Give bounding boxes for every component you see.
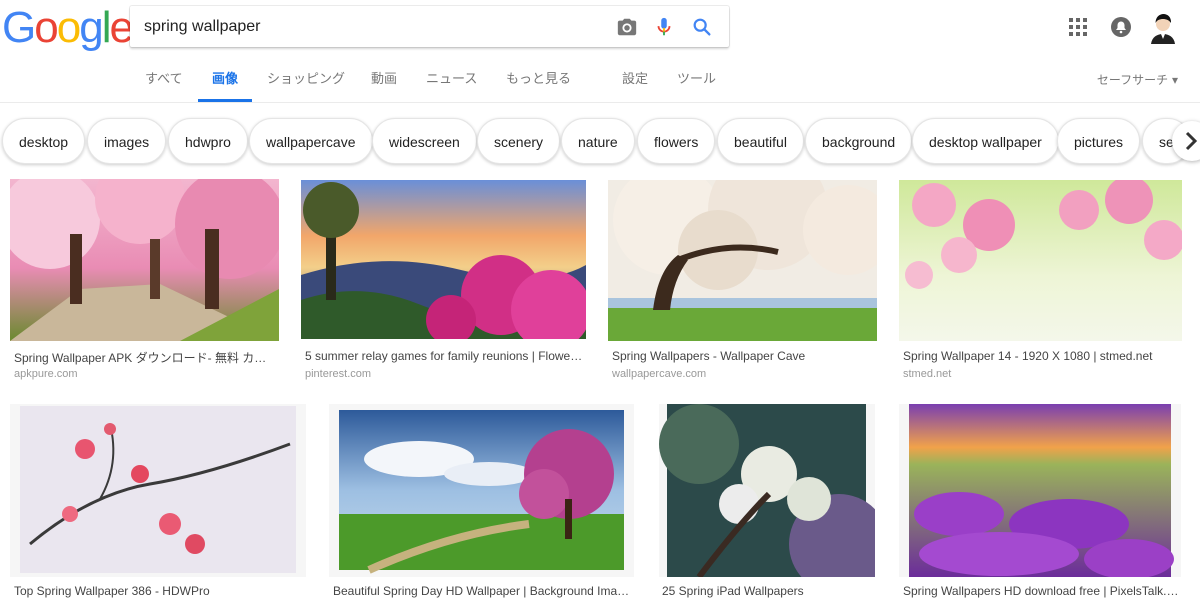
result-title[interactable]: Spring Wallpapers - Wallpaper Cave [612, 349, 874, 363]
tab-news[interactable]: ニュース [426, 56, 477, 103]
blossom-branch-image [20, 406, 296, 573]
notifications-icon[interactable] [1111, 17, 1131, 42]
result-title[interactable]: 25 Spring iPad Wallpapers [662, 584, 872, 598]
logo-letter: g [79, 3, 104, 52]
chip[interactable]: hdwpro [168, 118, 248, 164]
result-thumbnail[interactable] [10, 179, 279, 341]
chip[interactable]: beautiful [717, 118, 804, 164]
search-input[interactable] [144, 6, 604, 47]
tab-all[interactable]: すべて [145, 56, 183, 103]
microphone-icon[interactable] [653, 16, 675, 38]
tab-videos[interactable]: 動画 [371, 56, 397, 103]
result-thumbnail[interactable] [659, 404, 875, 577]
chip[interactable]: background [805, 118, 913, 164]
camera-icon[interactable] [616, 16, 638, 38]
google-logo[interactable]: Google [2, 3, 134, 52]
result-title[interactable]: 5 summer relay games for family reunions… [305, 349, 583, 363]
chip[interactable]: wallpapercave [249, 118, 373, 164]
active-tab-indicator [198, 99, 252, 102]
tab-tools[interactable]: ツール [677, 56, 716, 103]
logo-letter: l [101, 3, 112, 52]
chip[interactable]: images [87, 118, 167, 164]
result-site[interactable]: pinterest.com [305, 368, 371, 380]
result-site[interactable]: apkpure.com [14, 368, 78, 380]
result-thumbnail[interactable] [899, 404, 1181, 577]
result-thumbnail[interactable] [899, 180, 1182, 341]
related-chips: desktop images hdwpro wallpapercave wide… [0, 118, 1200, 166]
chip[interactable]: widescreen [372, 118, 477, 164]
white-blossom-image [659, 404, 875, 577]
result-thumbnail[interactable] [10, 404, 306, 577]
result-title[interactable]: Top Spring Wallpaper 386 - HDWPro [14, 584, 304, 598]
avatar[interactable] [1148, 12, 1178, 49]
apps-grid-icon[interactable] [1069, 18, 1087, 41]
result-site[interactable]: wallpapercave.com [612, 368, 706, 380]
result-title[interactable]: Spring Wallpapers HD download free | Pix… [903, 584, 1179, 598]
tab-images[interactable]: 画像 [212, 56, 238, 103]
chip[interactable]: desktop [2, 118, 86, 164]
tab-more[interactable]: もっと見る [506, 56, 571, 103]
search-icon[interactable] [691, 16, 713, 38]
result-title[interactable]: Spring Wallpaper 14 - 1920 X 1080 | stme… [903, 349, 1179, 363]
logo-letter: e [109, 3, 134, 52]
result-thumbnail[interactable] [329, 404, 634, 577]
logo-letter: o [34, 3, 59, 52]
chip[interactable]: pictures [1057, 118, 1141, 164]
blossom-tree-image [608, 180, 877, 341]
cherry-blossom-path-image [10, 179, 279, 341]
result-title[interactable]: Beautiful Spring Day HD Wallpaper | Back… [333, 584, 631, 598]
chip[interactable]: scenery [477, 118, 561, 164]
lavender-field-image [909, 404, 1174, 577]
pink-blossoms-image [899, 180, 1182, 341]
result-site[interactable]: stmed.net [903, 368, 951, 380]
tab-shopping[interactable]: ショッピング [267, 56, 345, 103]
chip[interactable]: flowers [637, 118, 716, 164]
search-box [130, 6, 729, 47]
chevron-right-icon [1185, 131, 1198, 151]
logo-letter: o [56, 3, 82, 52]
result-title[interactable]: Spring Wallpaper APK ダウンロード- 無料 カスタマイズ [14, 349, 276, 366]
sunset-flowers-image [301, 180, 586, 339]
search-tabs: すべて 画像 ショッピング 動画 ニュース もっと見る 設定 ツール セーフサー… [0, 56, 1200, 103]
result-thumbnail[interactable] [301, 180, 586, 339]
spring-meadow-image [339, 410, 624, 574]
chip[interactable]: desktop wallpaper [912, 118, 1059, 164]
safesearch-dropdown[interactable]: セーフサーチ ▾ [1097, 56, 1178, 103]
result-thumbnail[interactable] [608, 180, 877, 341]
chip[interactable]: nature [561, 118, 635, 164]
tab-settings[interactable]: 設定 [622, 56, 648, 103]
logo-letter: G [2, 3, 36, 52]
